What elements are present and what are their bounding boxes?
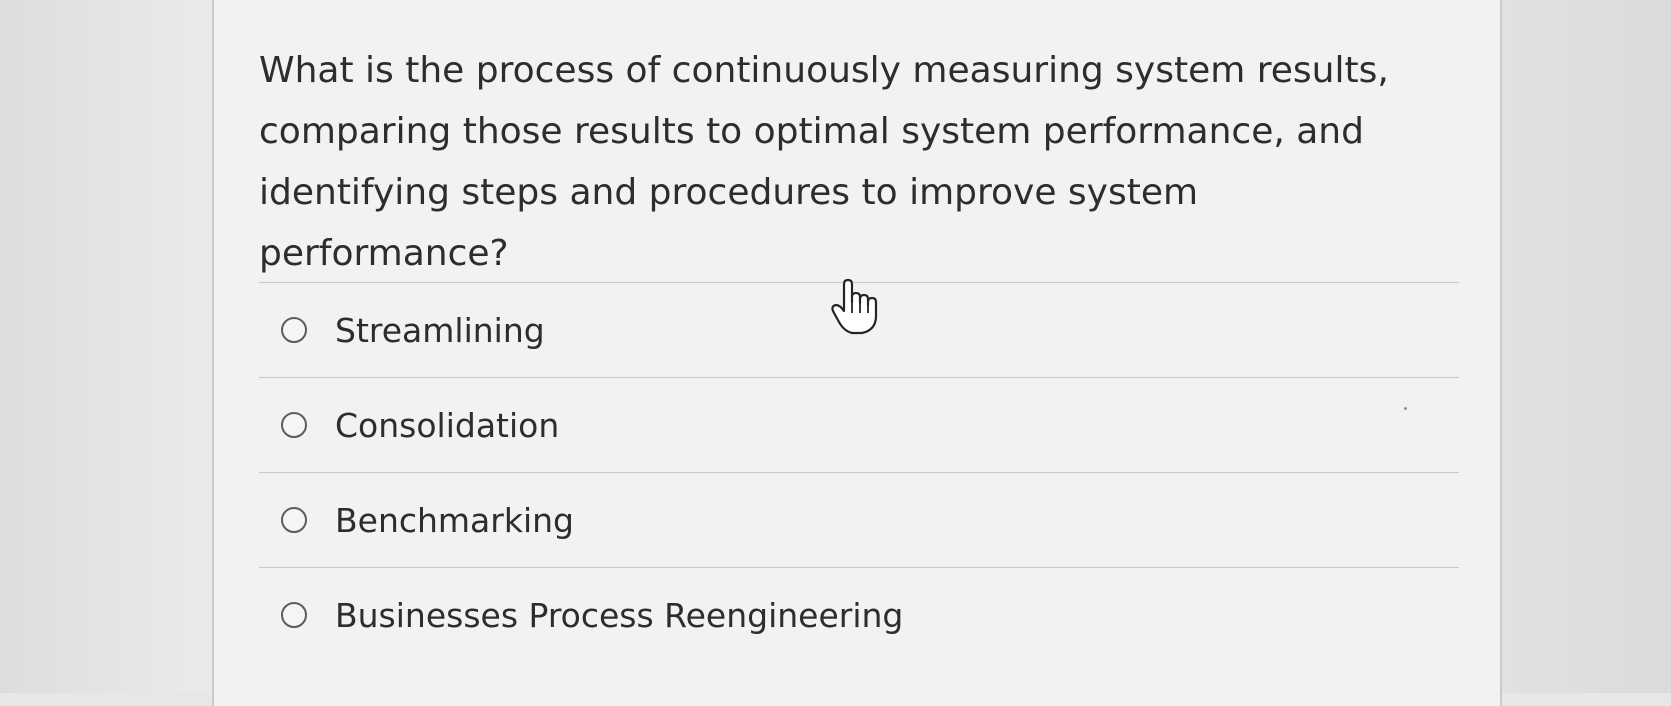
radio-button-icon[interactable]: [281, 602, 307, 628]
answer-label: Businesses Process Reengineering: [335, 595, 904, 635]
hand-pointer-icon: [831, 278, 878, 335]
radio-button-icon[interactable]: [281, 507, 307, 533]
answer-option-consolidation[interactable]: Consolidation: [259, 378, 1459, 472]
radio-button-icon[interactable]: [281, 412, 307, 438]
answer-label: Streamlining: [335, 310, 545, 350]
answer-option-benchmarking[interactable]: Benchmarking: [259, 473, 1459, 567]
answer-label: Benchmarking: [335, 500, 574, 540]
answer-option-business-process-reengineering[interactable]: Businesses Process Reengineering: [259, 568, 1459, 662]
question-card: What is the process of continuously meas…: [212, 0, 1502, 706]
radio-button-icon[interactable]: [281, 317, 307, 343]
question-text: What is the process of continuously meas…: [259, 50, 1389, 274]
answer-label: Consolidation: [335, 405, 560, 445]
answer-list: Streamlining Consolidation Benchmarking …: [259, 282, 1459, 662]
screen-speck: [1404, 407, 1407, 410]
